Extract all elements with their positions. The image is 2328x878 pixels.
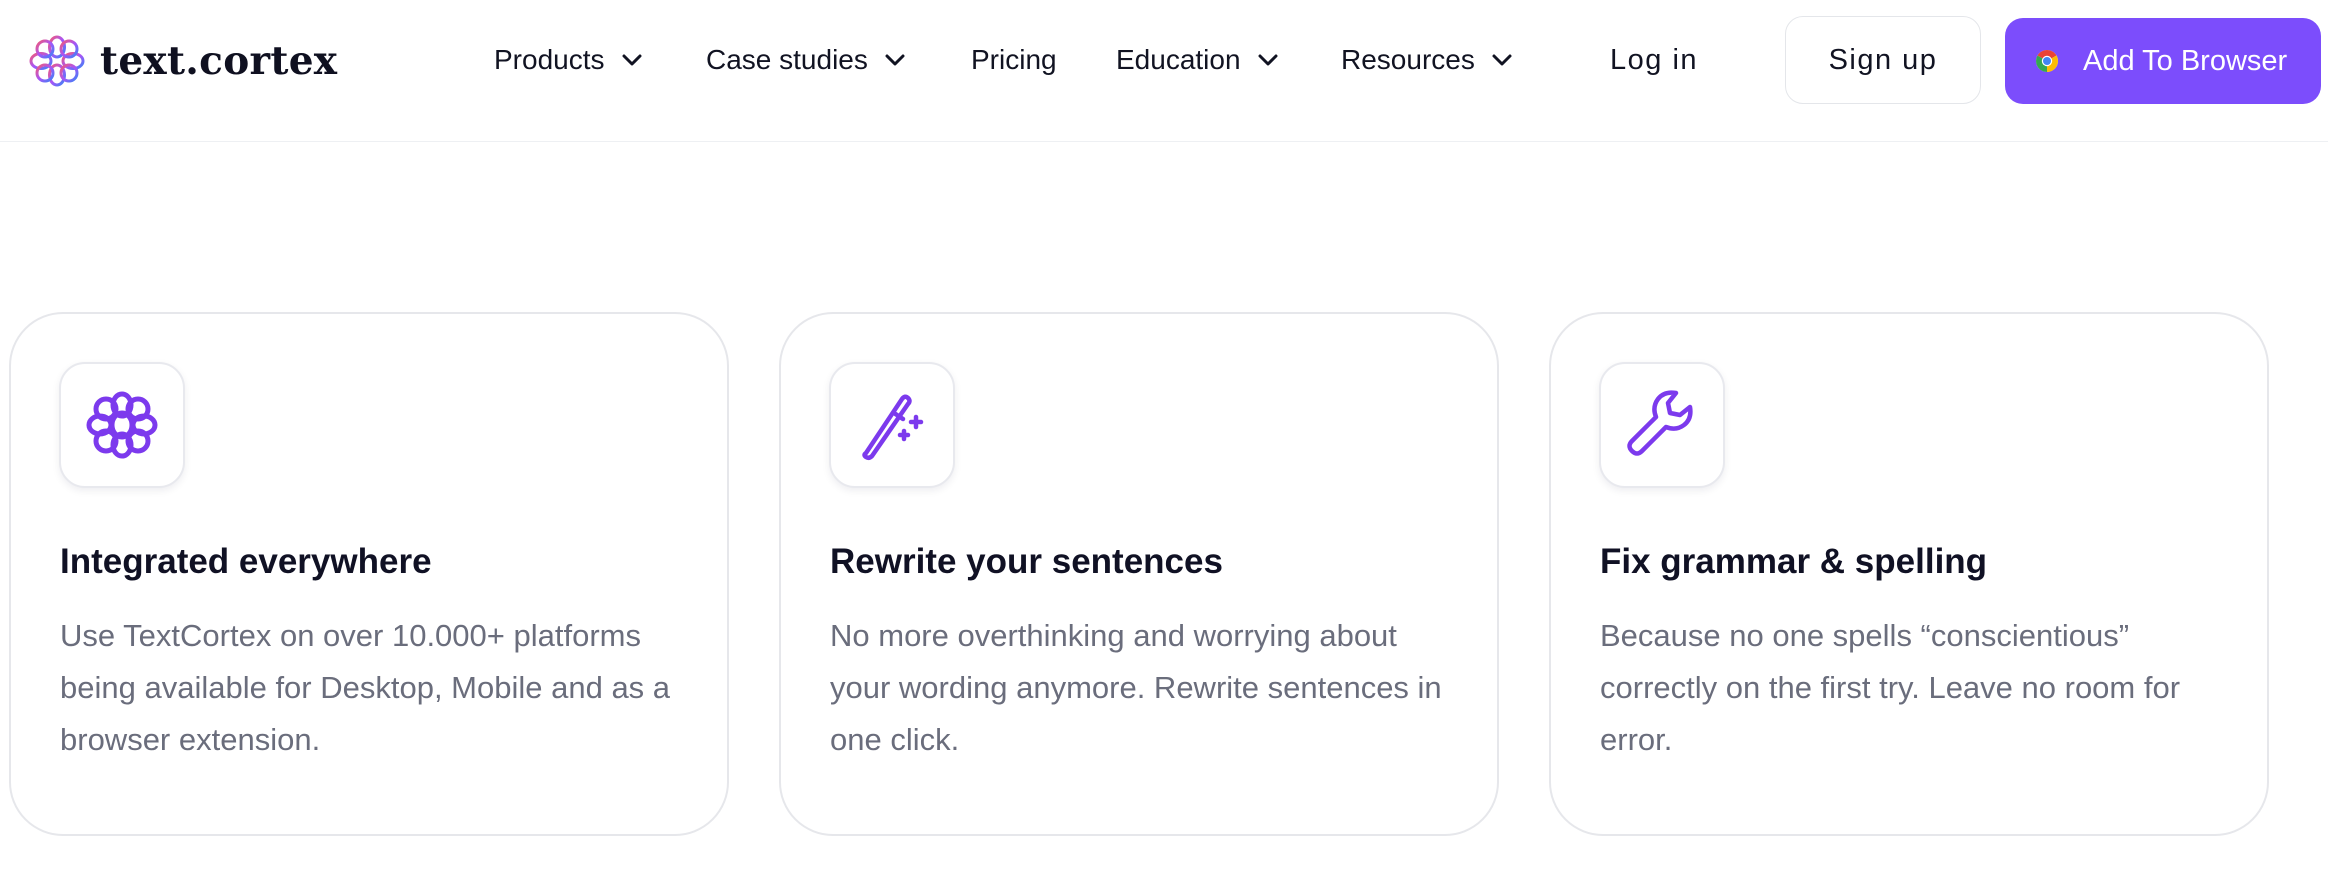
nav-item-products[interactable]: Products (494, 40, 643, 80)
feature-icon-box (59, 362, 185, 488)
textcortex-logo[interactable]: text.cortex (26, 33, 337, 89)
login-link[interactable]: Log in (1610, 40, 1698, 80)
nav-item-pricing[interactable]: Pricing (971, 40, 1057, 80)
nav-item-label: Case studies (706, 44, 868, 75)
wrench-icon (1627, 390, 1693, 456)
nav-item-label: Pricing (971, 44, 1057, 75)
feature-icon-box (829, 362, 955, 488)
chevron-down-icon (885, 54, 905, 66)
feature-card-rewrite: Rewrite your sentences No more overthink… (779, 312, 1499, 836)
signup-button[interactable]: Sign up (1785, 16, 1981, 104)
chevron-down-icon (622, 54, 641, 66)
nav-item-education[interactable]: Education (1116, 40, 1279, 80)
card-title: Rewrite your sentences (830, 542, 1223, 581)
nav-item-label: Education (1116, 44, 1241, 75)
nav-item-label: Products (494, 44, 605, 75)
signup-button-label: Sign up (1828, 43, 1938, 76)
logo-wordmark: text.cortex (100, 38, 338, 84)
add-to-browser-label: Add To Browser (2083, 44, 2288, 77)
textcortex-logo-icon (29, 35, 85, 87)
top-navigation-bar: text.cortex Products Case studies Pricin… (0, 0, 2328, 142)
nav-item-case-studies[interactable]: Case studies (706, 40, 906, 80)
feature-card-grammar: Fix grammar & spelling Because no one sp… (1549, 312, 2269, 836)
card-title: Fix grammar & spelling (1600, 542, 1988, 581)
card-title: Integrated everywhere (60, 542, 432, 581)
card-description: Use TextCortex on over 10.000+ platforms… (60, 618, 671, 757)
chevron-down-icon (1258, 54, 1278, 66)
magic-wand-icon (862, 394, 924, 461)
chevron-down-icon (1492, 54, 1512, 66)
flower-logo-icon (86, 391, 158, 459)
feature-icon-box (1599, 362, 1725, 488)
add-to-browser-button[interactable]: Add To Browser (2005, 18, 2321, 104)
chrome-icon (2036, 50, 2058, 72)
card-description: Because no one spells “conscientious” co… (1600, 618, 2181, 757)
card-description: No more overthinking and worrying about … (830, 618, 1442, 757)
nav-item-label: Resources (1341, 44, 1475, 75)
nav-item-resources[interactable]: Resources (1341, 40, 1513, 80)
feature-card-integrated: Integrated everywhere Use TextCortex on … (9, 312, 729, 836)
